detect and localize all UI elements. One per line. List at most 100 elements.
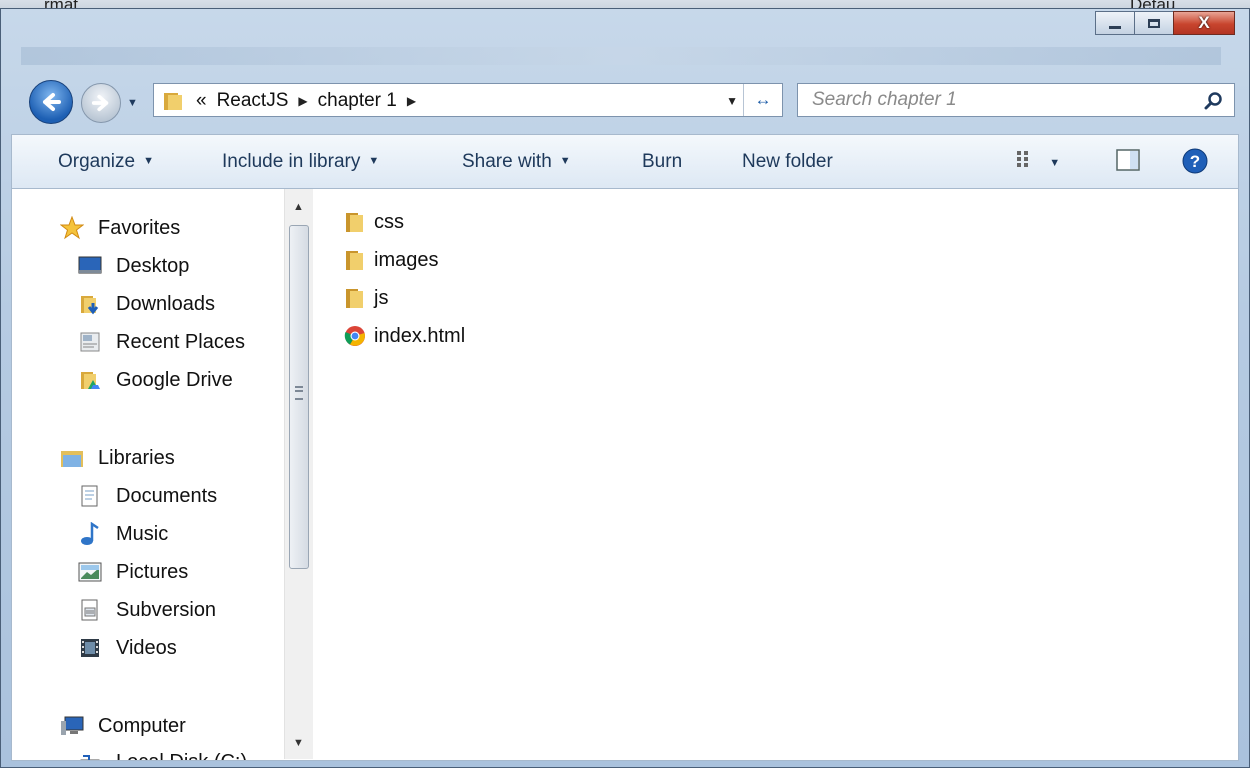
scroll-up-icon[interactable]: ▲ [293, 201, 304, 213]
minimize-button[interactable] [1095, 11, 1135, 35]
burn-label: Burn [642, 151, 683, 172]
breadcrumb: « ReactJS ▶ chapter 1 ▶ [196, 90, 426, 112]
nav-item-label: Videos [116, 636, 177, 659]
search-icon[interactable] [1204, 91, 1224, 116]
chevron-down-icon: ▼ [368, 155, 380, 167]
nav-scrollbar[interactable]: ▲ ▼ [284, 189, 313, 759]
nav-computer[interactable]: Computer [60, 711, 186, 741]
nav-item-local-disk[interactable]: Local Disk (C:) [78, 747, 247, 761]
scroll-grip-icon [295, 386, 303, 400]
breadcrumb-separator-icon[interactable]: ▶ [298, 94, 307, 108]
desktop-icon [78, 254, 102, 278]
videos-icon [78, 636, 102, 660]
preview-pane-button[interactable] [1116, 149, 1140, 177]
nav-item-desktop[interactable]: Desktop [78, 251, 189, 281]
nav-libraries[interactable]: Libraries [60, 443, 175, 473]
view-options-icon [1017, 151, 1028, 167]
file-item-js[interactable]: js [342, 283, 388, 313]
subversion-icon [78, 598, 102, 622]
share-with-menu[interactable]: Share with ▼ [462, 151, 571, 173]
breadcrumb-overflow[interactable]: « [196, 90, 207, 112]
nav-item-label: Documents [116, 484, 218, 507]
maximize-button[interactable] [1134, 11, 1174, 35]
nav-item-label: Subversion [116, 598, 217, 621]
file-item-css[interactable]: css [342, 207, 404, 237]
chevron-down-icon: ▼ [559, 155, 571, 167]
address-dropdown-icon[interactable]: ▼ [726, 94, 738, 108]
forward-button[interactable] [81, 83, 121, 123]
nav-item-label: Google Drive [116, 368, 233, 391]
close-button[interactable]: X [1173, 11, 1235, 35]
music-icon [78, 522, 102, 546]
chrome-icon [342, 323, 368, 349]
close-icon: X [1198, 13, 1210, 32]
google-drive-icon [78, 368, 102, 392]
nav-item-label: Music [116, 522, 169, 545]
nav-item-subversion[interactable]: Subversion [78, 595, 216, 625]
local-disk-icon [78, 750, 102, 760]
nav-favorites[interactable]: Favorites [60, 213, 180, 243]
nav-item-documents[interactable]: Documents [78, 481, 217, 511]
navigation-pane: Favorites Desktop Downloads Recent Place… [12, 189, 284, 761]
breadcrumb-reactjs[interactable]: ReactJS [217, 90, 289, 112]
nav-item-label: Desktop [116, 254, 190, 277]
scroll-down-icon[interactable]: ▼ [293, 737, 304, 749]
title-bar-background [21, 47, 1221, 65]
nav-item-pictures[interactable]: Pictures [78, 557, 188, 587]
new-folder-label: New folder [742, 151, 833, 172]
nav-item-label: Local Disk (C:) [116, 751, 247, 761]
refresh-button[interactable]: ↔ [743, 84, 782, 116]
organize-menu[interactable]: Organize ▼ [58, 151, 154, 173]
address-bar[interactable]: « ReactJS ▶ chapter 1 ▶ ▼ ↔ [153, 83, 783, 117]
nav-item-label: Pictures [116, 560, 189, 583]
content-area: Favorites Desktop Downloads Recent Place… [11, 189, 1239, 761]
burn-button[interactable]: Burn [642, 151, 682, 173]
help-button[interactable]: ? [1182, 148, 1208, 180]
view-options-button[interactable]: ▼ [1016, 149, 1060, 175]
file-name: css [374, 210, 404, 233]
pictures-icon [78, 560, 102, 584]
search-input[interactable] [798, 84, 1188, 116]
breadcrumb-chapter-1[interactable]: chapter 1 [318, 90, 397, 112]
breadcrumb-separator-icon[interactable]: ▶ [407, 94, 416, 108]
svg-text:?: ? [1190, 152, 1200, 171]
nav-item-recent-places[interactable]: Recent Places [78, 327, 245, 357]
nav-item-music[interactable]: Music [78, 519, 168, 549]
chevron-down-icon: ▼ [1049, 157, 1061, 169]
minimize-icon [1109, 25, 1121, 29]
nav-item-videos[interactable]: Videos [78, 633, 177, 663]
nav-libraries-label: Libraries [98, 446, 175, 469]
downloads-icon [78, 292, 102, 316]
forward-arrow-icon [91, 94, 109, 112]
nav-item-google-drive[interactable]: Google Drive [78, 365, 233, 395]
preview-pane-icon [1116, 149, 1140, 171]
documents-icon [78, 484, 102, 508]
include-in-library-label: Include in library [222, 151, 361, 172]
nav-item-label: Recent Places [116, 330, 245, 353]
folder-icon [342, 209, 368, 235]
help-icon: ? [1182, 148, 1208, 174]
back-button[interactable] [29, 80, 73, 124]
folder-icon [342, 247, 368, 273]
libraries-icon [60, 446, 84, 470]
scroll-thumb[interactable] [289, 225, 309, 569]
file-name: images [374, 248, 439, 271]
command-bar: Organize ▼ Include in library ▼ Share with… [11, 134, 1239, 189]
recent-places-icon [78, 330, 102, 354]
search-box [797, 83, 1235, 117]
file-name: js [374, 286, 389, 309]
recent-pages-dropdown[interactable]: ▼ [127, 97, 138, 109]
folder-icon [162, 90, 184, 117]
nav-item-downloads[interactable]: Downloads [78, 289, 215, 319]
back-arrow-icon [43, 93, 61, 111]
nav-computer-label: Computer [98, 714, 186, 737]
share-with-label: Share with [462, 151, 552, 172]
nav-item-label: Downloads [116, 292, 215, 315]
new-folder-button[interactable]: New folder [742, 151, 833, 173]
refresh-icon: ↔ [754, 90, 772, 109]
file-item-images[interactable]: images [342, 245, 438, 275]
file-item-index-html[interactable]: index.html [342, 321, 465, 351]
include-in-library-menu[interactable]: Include in library ▼ [222, 151, 379, 173]
caption-buttons: X [1095, 11, 1235, 35]
maximize-icon [1148, 18, 1160, 28]
